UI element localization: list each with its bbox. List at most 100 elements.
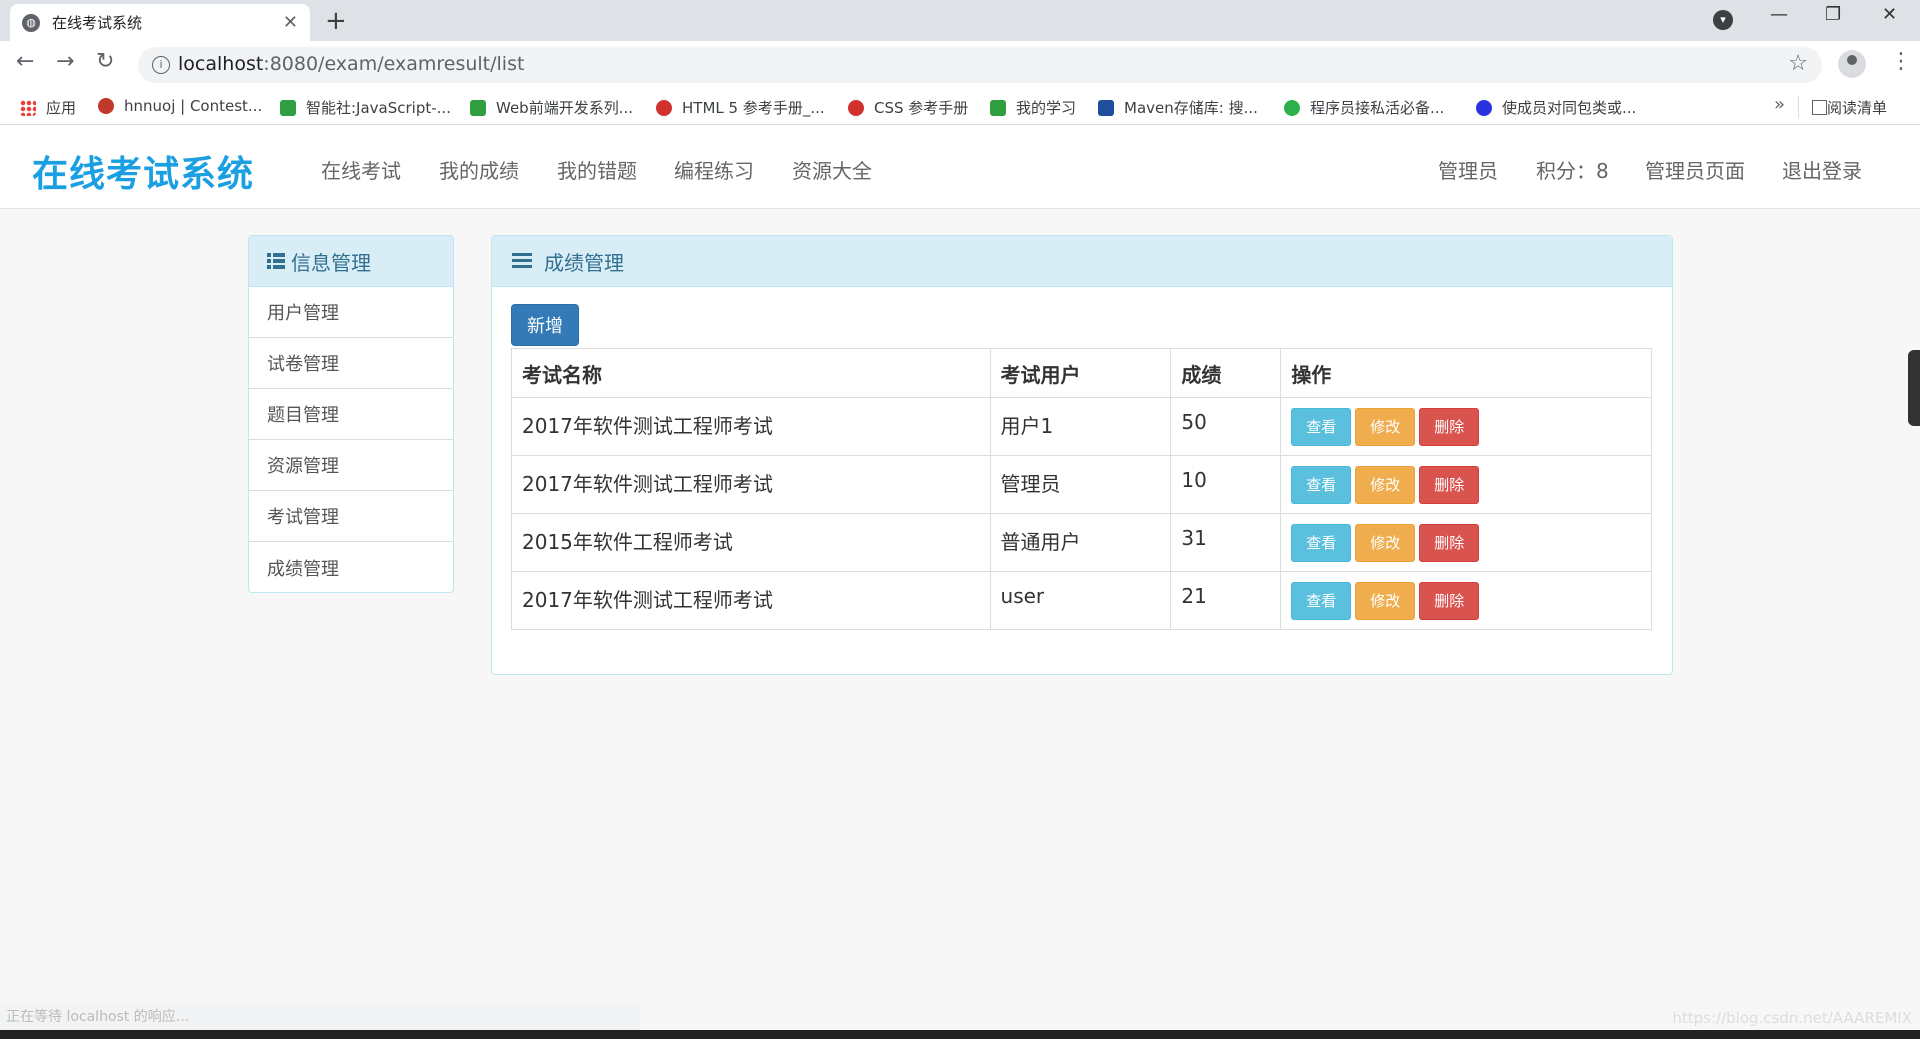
cell-actions: 查看 修改 删除	[1280, 455, 1652, 514]
bookmark-item[interactable]: HTML 5 参考手册_...	[656, 97, 825, 118]
bookmark-item[interactable]: 使成员对同包类或...	[1476, 97, 1636, 118]
bookmark-item[interactable]: 我的学习	[990, 97, 1076, 118]
minimize-button[interactable]: —	[1770, 4, 1788, 25]
bookmark-item[interactable]: Maven存储库: 搜...	[1098, 97, 1258, 118]
browser-toolbar: ← → ↻ i localhost:8080/exam/examresult/l…	[0, 41, 1920, 88]
column-header-exam: 考试名称	[511, 348, 991, 398]
watermark: https://blog.csdn.net/AAAREMIX	[1672, 1009, 1912, 1027]
delete-button[interactable]: 删除	[1419, 466, 1480, 504]
table-row: 2017年软件测试工程师考试 用户1 50 查看 修改 删除	[511, 397, 1652, 456]
edge-widget[interactable]	[1908, 350, 1920, 426]
sidebar-panel: 信息管理 用户管理 试卷管理 题目管理 资源管理 考试管理 成绩管理	[248, 235, 454, 593]
bookmark-item[interactable]: hnnuoj | Contest...	[98, 97, 262, 115]
reading-list-button[interactable]: 阅读清单	[1812, 97, 1887, 118]
bookmark-divider	[1798, 96, 1799, 118]
edit-button[interactable]: 修改	[1355, 582, 1416, 620]
delete-button[interactable]: 删除	[1419, 582, 1480, 620]
new-tab-button[interactable]: +	[325, 6, 347, 36]
cell-actions: 查看 修改 删除	[1280, 513, 1652, 572]
nav-resources[interactable]: 资源大全	[792, 155, 872, 184]
paw-icon	[1476, 99, 1492, 116]
reload-button[interactable]: ↻	[96, 49, 114, 74]
balloon-icon	[98, 98, 114, 114]
site-navbar: 在线考试系统 在线考试 我的成绩 我的错题 编程练习 资源大全 管理员 积分：8…	[0, 125, 1920, 209]
tab-search-icon[interactable]: ▾	[1713, 10, 1733, 30]
bookmark-item[interactable]: CSS 参考手册	[848, 97, 968, 118]
delete-button[interactable]: 删除	[1419, 408, 1480, 446]
edit-button[interactable]: 修改	[1355, 524, 1416, 562]
cell-actions: 查看 修改 删除	[1280, 571, 1652, 630]
nav-points[interactable]: 积分：8	[1536, 155, 1609, 184]
info-icon[interactable]: i	[152, 56, 170, 74]
cell-user: 管理员	[989, 455, 1172, 514]
browser-status-bar: 正在等待 localhost 的响应...	[0, 1004, 640, 1030]
cell-user: 普通用户	[989, 513, 1172, 572]
close-tab-icon[interactable]: ✕	[283, 12, 298, 33]
sidebar-item-questions[interactable]: 题目管理	[249, 389, 453, 440]
reading-list-icon	[1812, 100, 1827, 115]
view-button[interactable]: 查看	[1291, 524, 1352, 562]
address-bar[interactable]: i localhost:8080/exam/examresult/list ☆	[138, 47, 1822, 83]
edit-button[interactable]: 修改	[1355, 466, 1416, 504]
cell-score: 21	[1170, 571, 1282, 630]
sidebar-heading: 信息管理	[249, 236, 453, 287]
nav-coding-practice[interactable]: 编程练习	[674, 155, 754, 184]
sidebar-item-resources[interactable]: 资源管理	[249, 440, 453, 491]
maven-icon	[1098, 99, 1114, 116]
edit-button[interactable]: 修改	[1355, 408, 1416, 446]
nav-logout[interactable]: 退出登录	[1782, 155, 1862, 184]
browser-tab[interactable]: ◍ 在线考试系统 ✕	[10, 4, 310, 41]
add-button[interactable]: 新增	[511, 304, 579, 346]
nav-online-exam[interactable]: 在线考试	[321, 155, 401, 184]
bookmarks-bar: 应用 hnnuoj | Contest... 智能社:JavaScript-..…	[0, 88, 1920, 125]
sidebar-item-scores[interactable]: 成绩管理	[249, 542, 453, 593]
table-row: 2015年软件工程师考试 普通用户 31 查看 修改 删除	[511, 513, 1652, 572]
bookmark-site-icon	[990, 99, 1006, 116]
bookmark-item[interactable]: 程序员接私活必备...	[1284, 97, 1444, 118]
close-window-button[interactable]: ✕	[1882, 4, 1897, 25]
bookmark-site-icon	[470, 99, 486, 116]
view-button[interactable]: 查看	[1291, 408, 1352, 446]
nav-admin-user[interactable]: 管理员	[1438, 155, 1498, 184]
url-text[interactable]: localhost:8080/exam/examresult/list	[178, 53, 524, 75]
table-row: 2017年软件测试工程师考试 user 21 查看 修改 删除	[511, 571, 1652, 630]
nav-my-mistakes[interactable]: 我的错题	[557, 155, 637, 184]
sidebar-item-users[interactable]: 用户管理	[249, 287, 453, 338]
nav-my-scores[interactable]: 我的成绩	[439, 155, 519, 184]
tab-title: 在线考试系统	[52, 14, 143, 32]
bookmark-star-icon[interactable]: ☆	[1788, 51, 1808, 76]
forward-button[interactable]: →	[56, 49, 74, 74]
css-shield-icon	[848, 99, 864, 116]
cell-score: 31	[1170, 513, 1282, 572]
apps-grid-icon	[20, 99, 36, 116]
browser-menu-icon[interactable]: ⋮	[1890, 49, 1912, 74]
nav-admin-page[interactable]: 管理员页面	[1645, 155, 1745, 184]
profile-avatar-icon[interactable]	[1838, 50, 1866, 78]
cell-user: user	[989, 571, 1172, 630]
cell-exam: 2017年软件测试工程师考试	[511, 397, 991, 456]
cell-exam: 2015年软件工程师考试	[511, 513, 991, 572]
bookmark-item[interactable]: Web前端开发系列...	[470, 97, 633, 118]
cell-score: 10	[1170, 455, 1282, 514]
bookmark-apps[interactable]: 应用	[20, 97, 76, 118]
delete-button[interactable]: 删除	[1419, 524, 1480, 562]
owl-icon	[656, 99, 672, 116]
panel-heading: 成绩管理	[492, 236, 1672, 287]
sidebar-item-papers[interactable]: 试卷管理	[249, 338, 453, 389]
back-button[interactable]: ←	[16, 49, 34, 74]
cell-score: 50	[1170, 397, 1282, 456]
maximize-button[interactable]: ❐	[1825, 4, 1841, 25]
cell-exam: 2017年软件测试工程师考试	[511, 571, 991, 630]
globe-icon: ◍	[22, 13, 40, 32]
browser-tabstrip: ◍ 在线考试系统 ✕ + ▾ — ❐ ✕	[0, 0, 1920, 41]
site-brand[interactable]: 在线考试系统	[32, 145, 254, 197]
view-button[interactable]: 查看	[1291, 582, 1352, 620]
table-header-row: 考试名称 考试用户 成绩 操作	[511, 348, 1652, 398]
sidebar-item-exams[interactable]: 考试管理	[249, 491, 453, 542]
cell-actions: 查看 修改 删除	[1280, 397, 1652, 456]
wechat-icon	[1284, 99, 1300, 116]
list-icon	[267, 253, 285, 269]
bookmark-item[interactable]: 智能社:JavaScript-...	[280, 97, 451, 118]
more-bookmarks-icon[interactable]: »	[1774, 94, 1785, 115]
view-button[interactable]: 查看	[1291, 466, 1352, 504]
